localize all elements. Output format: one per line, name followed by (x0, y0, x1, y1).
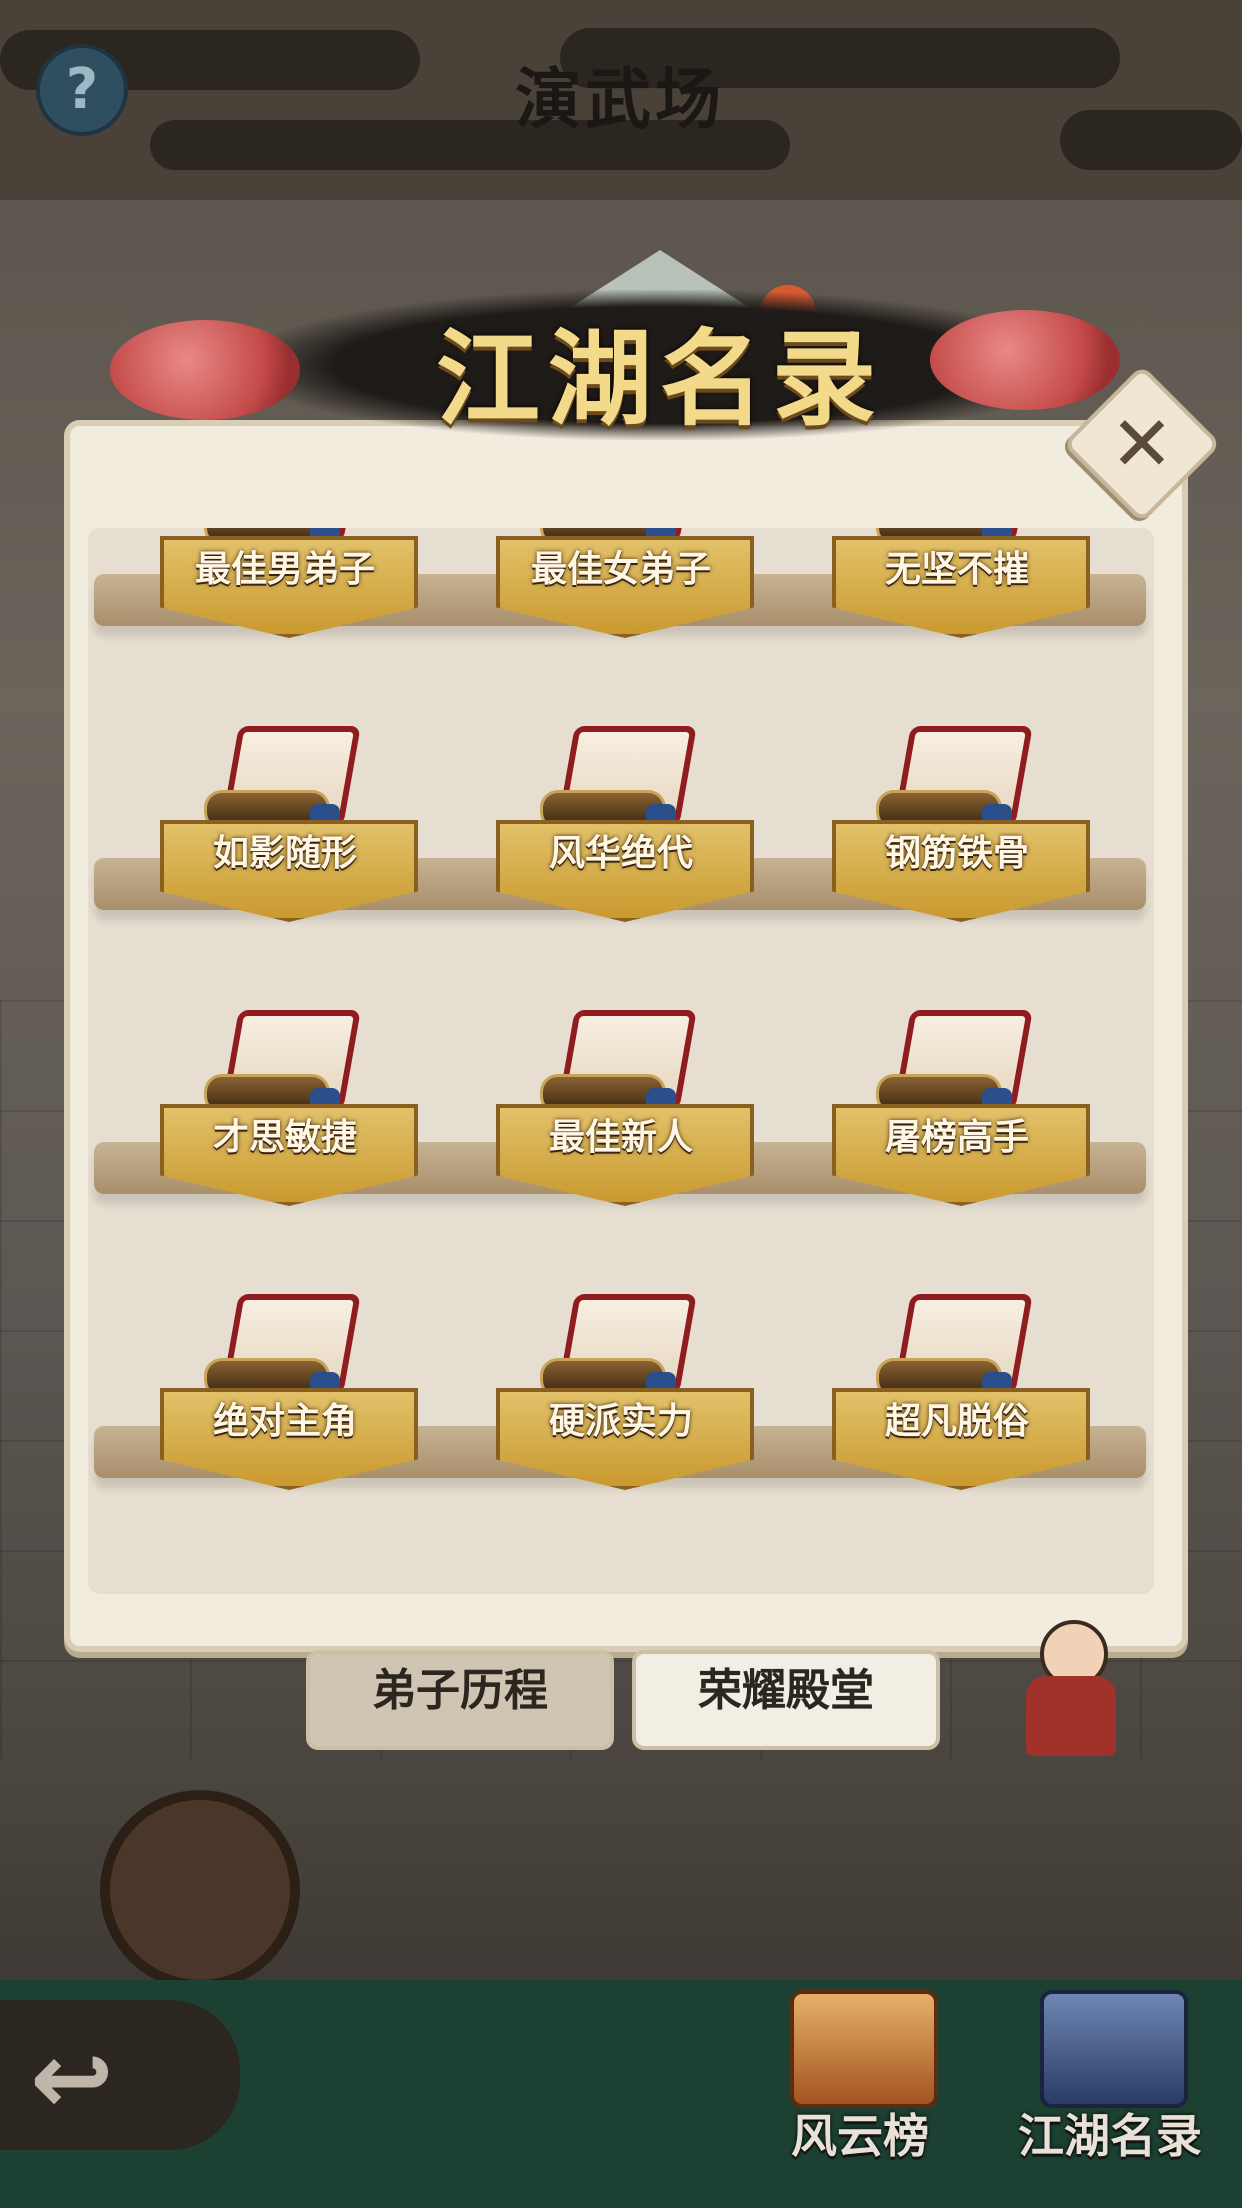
ranking-label: 风云榜 (791, 2109, 929, 2163)
directory-button[interactable]: 江湖名录 (1010, 1990, 1210, 2163)
award-label: 硬派实力 (548, 1401, 693, 1442)
award-item[interactable]: 最佳男弟子 (160, 528, 418, 638)
scroll-icon (872, 1004, 1033, 1122)
tab-hall-of-honor[interactable]: 荣耀殿堂 (632, 1650, 940, 1750)
award-label: 最佳新人 (548, 1117, 693, 1158)
award-item[interactable]: 钢筋铁骨 (832, 720, 1090, 922)
help-button[interactable]: ? (36, 44, 128, 136)
award-label: 钢筋铁骨 (884, 833, 1029, 874)
award-label: 屠榜高手 (884, 1117, 1029, 1158)
tab-disciple-history[interactable]: 弟子历程 (306, 1650, 614, 1750)
scroll-icon (200, 1004, 361, 1122)
directory-label: 江湖名录 (1018, 2109, 1202, 2163)
scroll-icon (200, 1288, 361, 1406)
award-item[interactable]: 屠榜高手 (832, 1004, 1090, 1206)
scroll-icon (536, 1288, 697, 1406)
award-item[interactable]: 超凡脱俗 (832, 1288, 1090, 1490)
scroll-icon (536, 720, 697, 838)
award-label: 如影随形 (212, 833, 357, 874)
scroll-icon (536, 1004, 697, 1122)
award-item[interactable]: 最佳新人 (496, 1004, 754, 1206)
back-arrow-icon: ↩ (30, 2020, 114, 2137)
award-item[interactable]: 绝对主角 (160, 1288, 418, 1490)
scroll-icon (200, 720, 361, 838)
award-label: 风华绝代 (548, 833, 693, 874)
panel-title: 江湖名录 (435, 317, 884, 440)
award-label: 超凡脱俗 (884, 1401, 1029, 1442)
ranking-button[interactable]: 风云榜 (760, 1990, 960, 2163)
award-label: 无坚不摧 (884, 549, 1029, 590)
page-title: 演武场 (515, 60, 725, 138)
drum-decoration (100, 1790, 300, 1990)
close-icon: ✕ (1110, 399, 1174, 488)
award-label: 绝对主角 (212, 1401, 357, 1442)
scroll-icon (872, 1288, 1033, 1406)
award-label: 最佳女弟子 (530, 549, 711, 590)
award-item[interactable]: 硬派实力 (496, 1288, 754, 1490)
award-grid[interactable]: 最佳男弟子 最佳女弟子 无坚不摧 如影随形 风华绝代 钢筋铁骨 才思敏捷 最佳新… (88, 528, 1154, 1594)
award-item[interactable]: 风华绝代 (496, 720, 754, 922)
ranking-scroll-icon (790, 1990, 938, 2108)
award-item[interactable]: 无坚不摧 (832, 528, 1090, 638)
directory-book-icon (1040, 1990, 1188, 2108)
award-label: 最佳男弟子 (194, 549, 375, 590)
award-label: 才思敏捷 (212, 1117, 357, 1158)
blossom-tree-decoration (110, 320, 300, 420)
award-item[interactable]: 如影随形 (160, 720, 418, 922)
panel-banner: 江湖名录 (40, 250, 1200, 450)
disciple-character (1010, 1620, 1130, 1760)
back-button[interactable]: ↩ (0, 2000, 240, 2150)
scroll-icon (872, 720, 1033, 838)
award-item[interactable]: 最佳女弟子 (496, 528, 754, 638)
award-item[interactable]: 才思敏捷 (160, 1004, 418, 1206)
cloud-decoration (1060, 110, 1242, 170)
